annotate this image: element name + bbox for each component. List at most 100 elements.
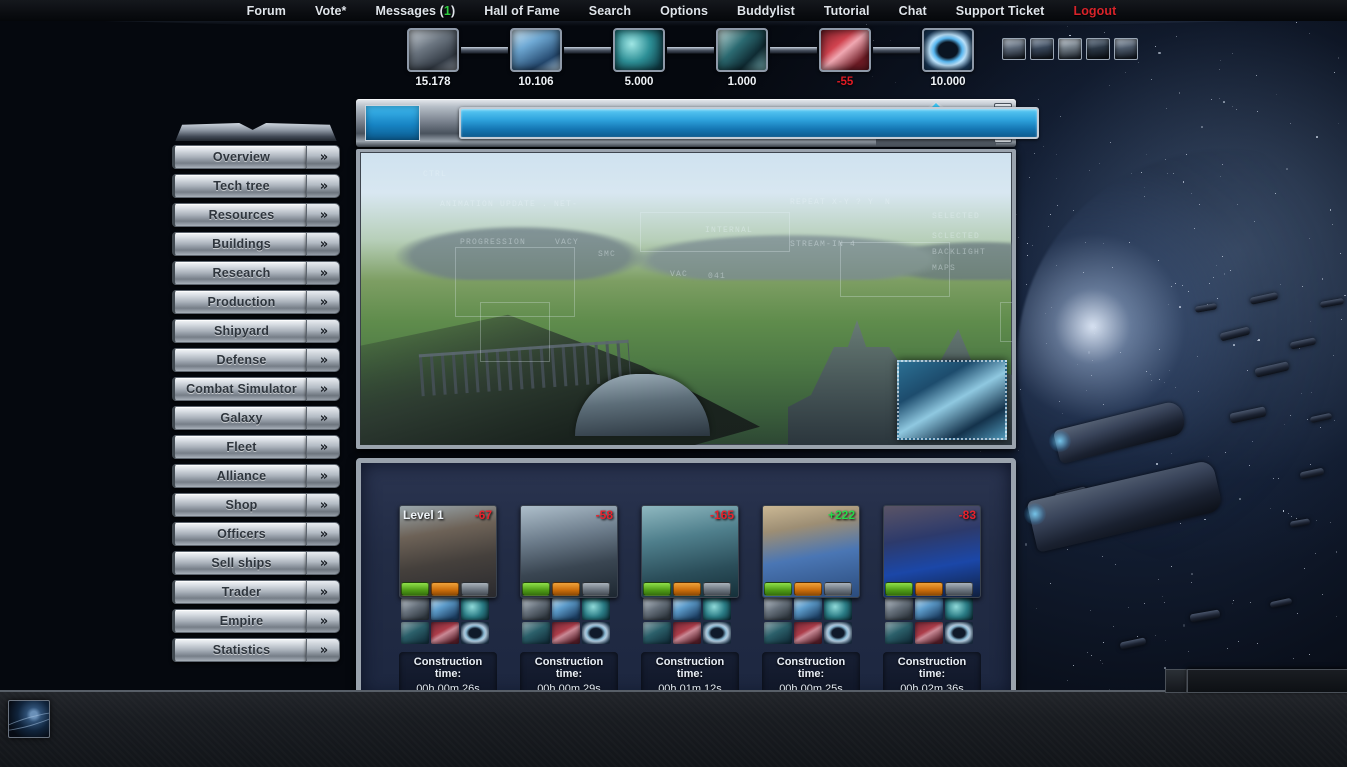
double-chevron-right-icon[interactable]: »	[306, 232, 340, 256]
sidebar-item-galaxy-button[interactable]: Galaxy	[172, 406, 309, 430]
sidebar-item-officers[interactable]: Officers »	[172, 520, 340, 548]
sidebar-item-empire-button[interactable]: Empire	[172, 609, 309, 633]
navlink-forum[interactable]: Forum	[247, 4, 286, 18]
sidebar-item-defense-button[interactable]: Defense	[172, 348, 309, 372]
resource-deuterium[interactable]: 5.000	[611, 28, 667, 88]
double-chevron-right-icon[interactable]: »	[306, 464, 340, 488]
resource-metal[interactable]: 15.178	[405, 28, 461, 88]
building-card-5[interactable]: -83 Construction time: 00h 02m 36s	[883, 505, 981, 696]
building-card-3[interactable]: -165 Construction time: 00h 01m 12s	[641, 505, 739, 696]
sidebar-item-sell-ships-button[interactable]: Sell ships	[172, 551, 309, 575]
double-chevron-right-icon[interactable]: »	[306, 580, 340, 604]
building-card-2[interactable]: -58 Construction time: 00h 00m 29s	[520, 505, 618, 696]
sidebar-item-trader[interactable]: Trader »	[172, 578, 340, 606]
resource-darkmatter[interactable]: 1.000	[714, 28, 770, 88]
sidebar-item-overview[interactable]: Overview »	[172, 143, 340, 171]
energy-icon	[794, 622, 822, 644]
sidebar-item-production[interactable]: Production »	[172, 288, 340, 316]
sidebar-item-shipyard[interactable]: Shipyard »	[172, 317, 340, 345]
sidebar-item-buildings[interactable]: Buildings »	[172, 230, 340, 258]
navlink-tutorial[interactable]: Tutorial	[824, 4, 870, 18]
showhide-dropdown-toggle[interactable]	[1165, 669, 1187, 693]
navlink-label-end: )	[450, 3, 456, 18]
navlink-vote[interactable]: Vote*	[315, 4, 347, 18]
darkmatter-icon	[885, 622, 913, 644]
sidebar-item-combat-simulator[interactable]: Combat Simulator »	[172, 375, 340, 403]
construction-time-label: Construction time:	[897, 656, 967, 681]
double-chevron-right-icon[interactable]: »	[306, 493, 340, 517]
double-chevron-right-icon[interactable]: »	[306, 203, 340, 227]
deuterium-icon	[945, 598, 973, 620]
double-chevron-right-icon[interactable]: »	[306, 638, 340, 662]
resource-portal[interactable]: 10.000	[920, 28, 976, 88]
resource-pill-1	[522, 582, 550, 596]
sidebar-item-production-button[interactable]: Production	[172, 290, 309, 314]
double-chevron-right-icon[interactable]: »	[306, 551, 340, 575]
deuterium-icon	[703, 598, 731, 620]
double-chevron-right-icon[interactable]: »	[306, 174, 340, 198]
navlink-search[interactable]: Search	[589, 4, 631, 18]
tab-resources[interactable]	[459, 107, 1039, 139]
resource-darkmatter-value: 1.000	[727, 76, 757, 88]
double-chevron-right-icon[interactable]: »	[306, 261, 340, 285]
sidebar-item-officers-button[interactable]: Officers	[172, 522, 309, 546]
double-chevron-right-icon[interactable]: »	[306, 377, 340, 401]
darkmatter-icon	[643, 622, 671, 644]
officer-portrait-4[interactable]	[1086, 38, 1110, 60]
navlink-support-ticket[interactable]: Support Ticket	[956, 4, 1045, 18]
sidebar-item-alliance[interactable]: Alliance »	[172, 462, 340, 490]
show-hide-bar[interactable]	[1187, 669, 1347, 693]
sidebar-item-fleet-button[interactable]: Fleet	[172, 435, 309, 459]
double-chevron-right-icon[interactable]: »	[306, 145, 340, 169]
sidebar-item-empire[interactable]: Empire »	[172, 607, 340, 635]
metal-icon	[885, 598, 913, 620]
sidebar-item-shop[interactable]: Shop »	[172, 491, 340, 519]
planet-thumbnail[interactable]	[8, 700, 50, 738]
double-chevron-right-icon[interactable]: »	[306, 348, 340, 372]
sidebar-item-shipyard-button[interactable]: Shipyard	[172, 319, 309, 343]
sidebar-item-statistics[interactable]: Statistics »	[172, 636, 340, 664]
officer-portrait-1[interactable]	[1002, 38, 1026, 60]
sidebar-item-research-button[interactable]: Research	[172, 261, 309, 285]
double-chevron-right-icon[interactable]: »	[306, 406, 340, 430]
sidebar-item-alliance-button[interactable]: Alliance	[172, 464, 309, 488]
officer-portrait-2[interactable]	[1030, 38, 1054, 60]
resource-energy[interactable]: -55	[817, 28, 873, 88]
sidebar-item-shop-button[interactable]: Shop	[172, 493, 309, 517]
sidebar-item-defense[interactable]: Defense »	[172, 346, 340, 374]
building-card-1[interactable]: Level 1 -67 Construction time: 00h 00m 26s	[399, 505, 497, 696]
building-card-4[interactable]: +222 Construction time: 00h 00m 25s	[762, 505, 860, 696]
navlink-hall-of-fame[interactable]: Hall of Fame	[484, 4, 560, 18]
double-chevron-right-icon[interactable]: »	[306, 290, 340, 314]
double-chevron-right-icon[interactable]: »	[306, 435, 340, 459]
navlink-messages[interactable]: Messages (1)	[376, 4, 456, 18]
sidebar-item-tech-tree-button[interactable]: Tech tree	[172, 174, 309, 198]
sidebar-item-statistics-button[interactable]: Statistics	[172, 638, 309, 662]
resource-pill-row	[762, 582, 860, 596]
planet-view-panel[interactable]: ANIMATION UPDATE . NET- REPEAT X-Y ? Y N PRO…	[356, 149, 1016, 449]
double-chevron-right-icon[interactable]: »	[306, 522, 340, 546]
sidebar-item-buildings-button[interactable]: Buildings	[172, 232, 309, 256]
sidebar-item-fleet[interactable]: Fleet »	[172, 433, 340, 461]
navlink-logout[interactable]: Logout	[1073, 4, 1116, 18]
sidebar-item-trader-button[interactable]: Trader	[172, 580, 309, 604]
officer-portrait-5[interactable]	[1114, 38, 1138, 60]
sidebar-item-tech-tree[interactable]: Tech tree »	[172, 172, 340, 200]
officer-portrait-3[interactable]	[1058, 38, 1082, 60]
double-chevron-right-icon[interactable]: »	[306, 319, 340, 343]
minimap[interactable]	[897, 360, 1007, 440]
resource-crystal[interactable]: 10.106	[508, 28, 564, 88]
sidebar-item-galaxy[interactable]: Galaxy »	[172, 404, 340, 432]
sidebar-item-resources[interactable]: Resources »	[172, 201, 340, 229]
double-chevron-right-icon[interactable]: »	[306, 609, 340, 633]
crystal-icon	[431, 598, 459, 620]
navlink-chat[interactable]: Chat	[899, 4, 927, 18]
sidebar-item-overview-button[interactable]: Overview	[172, 145, 309, 169]
navlink-options[interactable]: Options	[660, 4, 708, 18]
navlink-buddylist[interactable]: Buddylist	[737, 4, 795, 18]
sidebar-item-research[interactable]: Research »	[172, 259, 340, 287]
sidebar-item-resources-button[interactable]: Resources	[172, 203, 309, 227]
energy-icon	[552, 622, 580, 644]
sidebar-item-combat-simulator-button[interactable]: Combat Simulator	[172, 377, 309, 401]
sidebar-item-sell-ships[interactable]: Sell ships »	[172, 549, 340, 577]
